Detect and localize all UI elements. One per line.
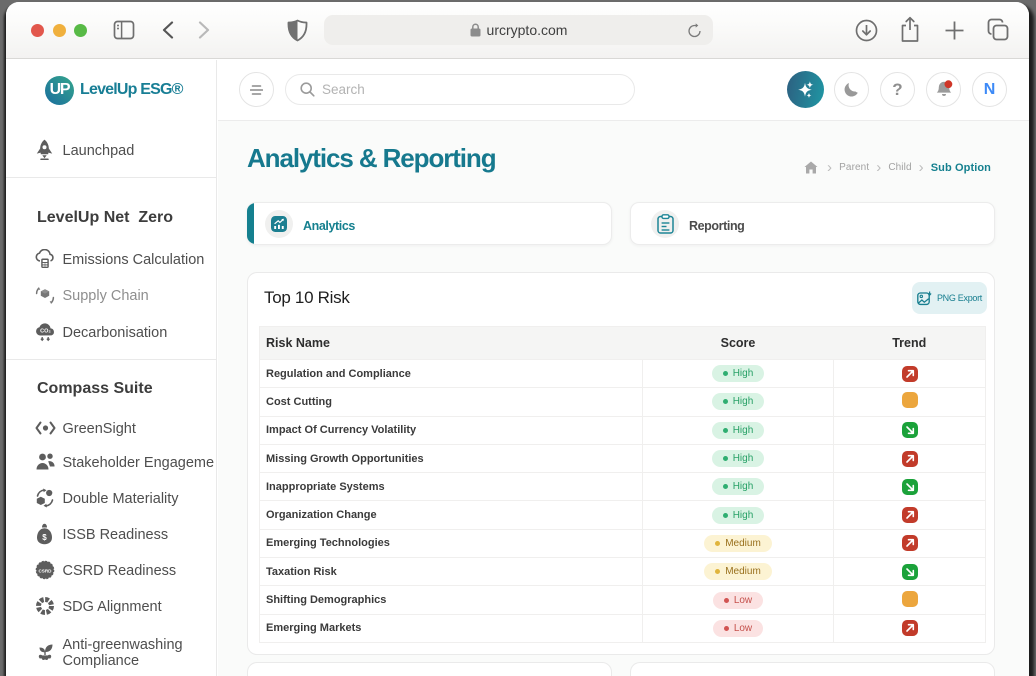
svg-text:CO₂: CO₂: [40, 328, 51, 334]
svg-text:$: $: [42, 533, 47, 542]
svg-text:CSRD: CSRD: [38, 568, 52, 573]
